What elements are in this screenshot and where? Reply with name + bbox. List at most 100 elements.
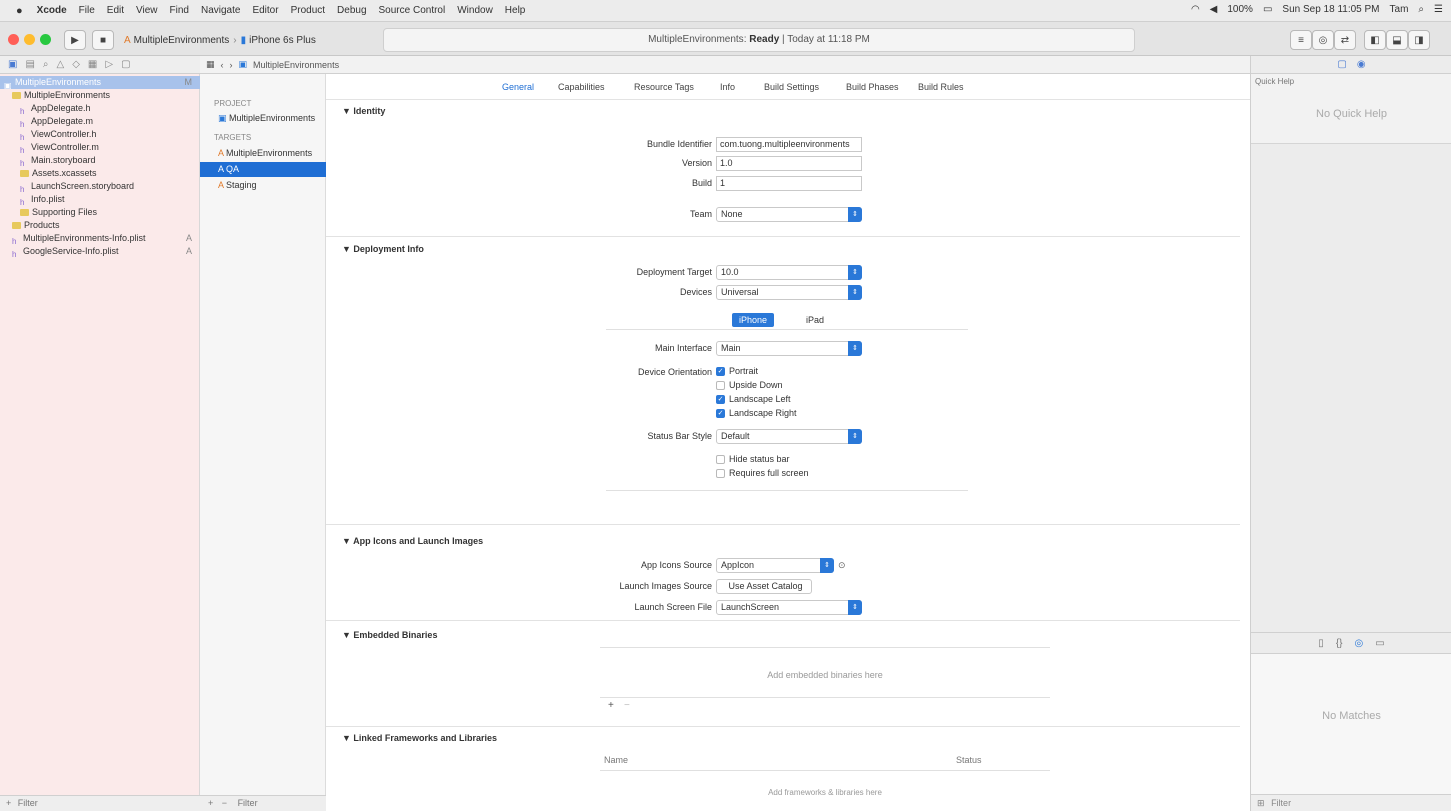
- standard-editor-button[interactable]: ≡: [1290, 30, 1312, 50]
- section-identity[interactable]: ▼ Identity: [342, 106, 385, 116]
- filter-input[interactable]: Filter: [1271, 798, 1291, 808]
- battery-icon[interactable]: ▭: [1263, 4, 1272, 15]
- go-to-asset-icon[interactable]: ⊙: [838, 560, 846, 571]
- launch-screen-file-popup[interactable]: LaunchScreen ⇕: [716, 600, 862, 615]
- checkbox-unchecked[interactable]: [716, 380, 725, 390]
- version-editor-button[interactable]: ⇄: [1334, 30, 1356, 50]
- breadcrumb-project[interactable]: MultipleEnvironments: [253, 60, 339, 70]
- scheme-selector[interactable]: A MultipleEnvironments › ▮ iPhone 6s Plu…: [124, 30, 324, 50]
- checkbox-unchecked[interactable]: [716, 454, 725, 464]
- file-tree-item[interactable]: h MultipleEnvironments-Info.plist A: [0, 232, 200, 245]
- build-field[interactable]: 1: [716, 176, 862, 191]
- checkbox-row[interactable]: Upside Down: [716, 380, 783, 390]
- menu-item-editor[interactable]: Editor: [252, 5, 278, 16]
- project-item[interactable]: ▣ MultipleEnvironments: [200, 111, 326, 126]
- tab-build-settings[interactable]: Build Settings: [764, 82, 819, 92]
- app-icons-source-popup[interactable]: AppIcon ⇕: [716, 558, 834, 573]
- menu-item-debug[interactable]: Debug: [337, 5, 366, 16]
- volume-icon[interactable]: ◀: [1210, 4, 1218, 15]
- section-embedded-binaries[interactable]: ▼ Embedded Binaries: [342, 630, 437, 640]
- object-library-icon[interactable]: ◎: [1355, 638, 1364, 649]
- menu-item-window[interactable]: Window: [457, 5, 493, 16]
- toggle-inspector-button[interactable]: ◨: [1408, 30, 1430, 50]
- assistant-editor-button[interactable]: ◎: [1312, 30, 1334, 50]
- file-template-library-icon[interactable]: ▯: [1318, 638, 1324, 649]
- tab-iphone[interactable]: iPhone: [732, 313, 774, 327]
- bundle-identifier-field[interactable]: com.tuong.multipleenvironments: [716, 137, 862, 152]
- tab-build-rules[interactable]: Build Rules: [918, 82, 964, 92]
- checkbox-row[interactable]: ✓ Landscape Right: [716, 408, 797, 418]
- menu-item-view[interactable]: View: [136, 5, 158, 16]
- forward-arrow-icon[interactable]: ›: [230, 60, 233, 70]
- tab-general[interactable]: General: [502, 82, 534, 92]
- use-asset-catalog-button[interactable]: Use Asset Catalog: [716, 579, 812, 594]
- menu-item-edit[interactable]: Edit: [107, 5, 124, 16]
- file-tree-item[interactable]: h ViewController.h: [0, 128, 200, 141]
- add-embedded-binary-button[interactable]: +: [608, 700, 614, 711]
- checkbox-row[interactable]: ✓ Landscape Left: [716, 394, 791, 404]
- file-tree-item[interactable]: h AppDelegate.m: [0, 115, 200, 128]
- checkbox-checked[interactable]: ✓: [716, 394, 725, 404]
- related-items-icon[interactable]: ▦: [206, 59, 215, 70]
- library-filter[interactable]: ⊞ Filter: [1251, 794, 1451, 811]
- grid-view-icon[interactable]: ⊞: [1257, 798, 1265, 808]
- file-tree-item[interactable]: ▣ MultipleEnvironments M: [0, 76, 200, 89]
- folder-tab-icon[interactable]: ▣: [8, 59, 17, 70]
- section-deployment-info[interactable]: ▼ Deployment Info: [342, 244, 424, 254]
- battery-percent[interactable]: 100%: [1227, 4, 1253, 15]
- checkbox-checked[interactable]: ✓: [716, 366, 725, 376]
- minimize-window-button[interactable]: [24, 34, 35, 45]
- devices-popup[interactable]: Universal ⇕: [716, 285, 862, 300]
- target-item-main[interactable]: A MultipleEnvironments: [200, 146, 326, 161]
- search-tab-icon[interactable]: ⌕: [43, 59, 49, 70]
- file-tree-item[interactable]: Products: [0, 219, 200, 232]
- menu-item-navigate[interactable]: Navigate: [201, 5, 240, 16]
- breakpoint-tab-icon[interactable]: ▷: [105, 59, 113, 70]
- deployment-target-popup[interactable]: 10.0 ⇕: [716, 265, 862, 280]
- section-linked-frameworks[interactable]: ▼ Linked Frameworks and Libraries: [342, 733, 497, 743]
- back-arrow-icon[interactable]: ‹: [221, 60, 224, 70]
- notification-center-icon[interactable]: ☰: [1434, 4, 1443, 15]
- menu-item-xcode[interactable]: Xcode: [37, 5, 67, 16]
- tab-build-phases[interactable]: Build Phases: [846, 82, 899, 92]
- wifi-icon[interactable]: ◠: [1191, 4, 1200, 15]
- version-field[interactable]: 1.0: [716, 156, 862, 171]
- main-interface-popup[interactable]: Main ⇕: [716, 341, 862, 356]
- test-tab-icon[interactable]: ◇: [72, 59, 80, 70]
- target-item-qa[interactable]: A QA: [200, 162, 326, 177]
- file-tree-item[interactable]: Assets.xcassets: [0, 167, 200, 180]
- report-tab-icon[interactable]: ▢: [121, 59, 130, 70]
- column-header-name[interactable]: Name: [604, 755, 628, 765]
- media-library-icon[interactable]: ▭: [1375, 638, 1384, 649]
- file-tree-item[interactable]: h AppDelegate.h: [0, 102, 200, 115]
- targets-filter-field[interactable]: Filter: [238, 798, 258, 808]
- file-tree-item[interactable]: h Main.storyboard: [0, 154, 200, 167]
- tab-ipad[interactable]: iPad: [800, 313, 830, 327]
- file-tree-item[interactable]: h GoogleService-Info.plist A: [0, 245, 200, 258]
- remove-target-button[interactable]: −: [222, 798, 227, 808]
- file-tree-item[interactable]: h Info.plist: [0, 193, 200, 206]
- add-file-icon[interactable]: +: [6, 798, 11, 808]
- menu-item-find[interactable]: Find: [170, 5, 189, 16]
- checkbox-row[interactable]: Hide status bar: [716, 454, 790, 464]
- tab-info[interactable]: Info: [720, 82, 735, 92]
- debug-tab-icon[interactable]: ▦: [88, 59, 97, 70]
- close-window-button[interactable]: [8, 34, 19, 45]
- code-snippet-library-icon[interactable]: {}: [1336, 638, 1343, 649]
- file-tree-item[interactable]: h ViewController.m: [0, 141, 200, 154]
- run-button[interactable]: ▶: [64, 30, 86, 50]
- target-item-staging[interactable]: A Staging: [200, 178, 326, 193]
- file-tree-item[interactable]: h LaunchScreen.storyboard: [0, 180, 200, 193]
- section-app-icons[interactable]: ▼ App Icons and Launch Images: [342, 536, 483, 546]
- navigator-filter-field[interactable]: Filter: [18, 798, 38, 808]
- quick-help-icon[interactable]: ◉: [1357, 59, 1366, 70]
- menu-item-source-control[interactable]: Source Control: [379, 5, 446, 16]
- status-bar-style-popup[interactable]: Default ⇕: [716, 429, 862, 444]
- zoom-window-button[interactable]: [40, 34, 51, 45]
- menu-item-file[interactable]: File: [79, 5, 95, 16]
- remove-embedded-binary-button[interactable]: −: [624, 700, 630, 711]
- team-popup[interactable]: None ⇕: [716, 207, 862, 222]
- file-inspector-icon[interactable]: ▢: [1337, 59, 1346, 70]
- checkbox-checked[interactable]: ✓: [716, 408, 725, 418]
- toggle-navigator-button[interactable]: ◧: [1364, 30, 1386, 50]
